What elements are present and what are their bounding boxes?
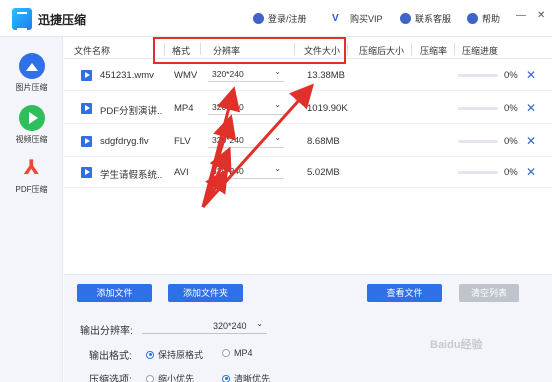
help-icon — [467, 13, 478, 24]
radio-selected-icon — [222, 374, 230, 382]
chevron-down-icon: ⌄ — [274, 164, 281, 173]
image-icon — [18, 53, 45, 79]
table-row[interactable]: sdgfdryg.flv FLV 320*240 ⌄ 8.68MB 0% ✕ — [64, 126, 552, 157]
resolution-select[interactable]: 320*240 ⌄ — [208, 67, 284, 82]
progress-bar — [458, 140, 498, 143]
sidebar-item-image[interactable]: 图片压缩 — [0, 53, 63, 93]
settings-panel: 添加文件 添加文件夹 查看文件 清空列表 输出分辨率: 320*240 ⌄ 输出… — [64, 274, 552, 382]
remove-file-icon[interactable]: ✕ — [526, 134, 536, 148]
col-compress-rate: 压缩率 — [420, 46, 448, 56]
chevron-down-icon: ⌄ — [274, 133, 281, 142]
chevron-down-icon: ⌄ — [274, 100, 281, 109]
support-link[interactable]: 联系客服 — [400, 12, 451, 25]
output-resolution-label: 输出分辨率: — [80, 326, 133, 337]
pdf-icon: ⅄ — [18, 155, 45, 181]
radio-keep-format[interactable]: 保持原格式 — [146, 348, 203, 361]
play-icon[interactable] — [81, 167, 92, 178]
progress-bar — [458, 171, 498, 174]
radio-icon — [146, 374, 154, 382]
app-logo-icon — [12, 8, 32, 30]
buy-vip-link[interactable]: V 购买VIP — [332, 12, 383, 25]
col-file-name: 文件名称 — [74, 46, 111, 56]
login-link[interactable]: 登录/注册 — [253, 12, 307, 25]
chat-icon — [400, 13, 411, 24]
radio-icon — [222, 349, 230, 357]
resolution-select[interactable]: 320*240 ⌄ — [208, 164, 284, 179]
watermark: Baidu经验 — [430, 339, 483, 351]
view-file-button[interactable]: 查看文件 — [367, 284, 442, 302]
user-icon — [253, 13, 264, 24]
add-file-button[interactable]: 添加文件 — [77, 284, 152, 302]
annotation-highlight-box — [153, 37, 346, 64]
progress-bar — [458, 107, 498, 110]
minimize-button[interactable]: — — [516, 10, 526, 21]
radio-selected-icon — [146, 350, 154, 359]
radio-mp4[interactable]: MP4 — [222, 348, 253, 358]
remove-file-icon[interactable]: ✕ — [526, 101, 536, 115]
table-row[interactable]: 学生请假系统... AVI 320*240 ⌄ 5.02MB 0% ✕ — [64, 157, 552, 188]
col-progress: 压缩进度 — [462, 46, 499, 56]
play-icon[interactable] — [81, 103, 92, 114]
sidebar-item-pdf[interactable]: ⅄ PDF压缩 — [0, 155, 63, 195]
chevron-down-icon: ⌄ — [256, 319, 263, 328]
play-icon[interactable] — [81, 70, 92, 81]
chevron-down-icon: ⌄ — [274, 67, 281, 76]
radio-clarity-first[interactable]: 清晰优先 — [222, 372, 270, 382]
resolution-select[interactable]: 320*240 ⌄ — [208, 100, 284, 115]
table-row[interactable]: PDF分割演讲... MP4 320*240 ⌄ 1019.90KB 0% ✕ — [64, 93, 552, 124]
radio-size-first[interactable]: 缩小优先 — [146, 372, 194, 382]
vip-icon: V — [332, 13, 339, 24]
play-icon[interactable] — [81, 136, 92, 147]
app-title: 迅捷压缩 — [38, 13, 87, 27]
output-resolution-select[interactable]: 320*240 ⌄ — [142, 319, 267, 334]
table-row[interactable]: 451231.wmv WMV 320*240 ⌄ 13.38MB 0% ✕ — [64, 60, 552, 91]
clear-list-button[interactable]: 清空列表 — [459, 284, 519, 302]
output-format-label: 输出格式: — [89, 351, 132, 362]
sidebar: 图片压缩 视频压缩 ⅄ PDF压缩 — [0, 37, 63, 382]
progress-bar — [458, 74, 498, 77]
remove-file-icon[interactable]: ✕ — [526, 165, 536, 179]
close-window-button[interactable]: ✕ — [537, 10, 545, 21]
compress-option-label: 压缩选项: — [89, 375, 132, 382]
sidebar-item-video[interactable]: 视频压缩 — [0, 105, 63, 145]
play-icon — [18, 105, 45, 131]
title-bar: 迅捷压缩 登录/注册 V 购买VIP 联系客服 帮助 — ✕ — [0, 0, 552, 37]
add-folder-button[interactable]: 添加文件夹 — [168, 284, 243, 302]
resolution-select[interactable]: 320*240 ⌄ — [208, 133, 284, 148]
help-link[interactable]: 帮助 — [467, 12, 500, 25]
remove-file-icon[interactable]: ✕ — [526, 68, 536, 82]
col-compressed-size: 压缩后大小 — [359, 46, 405, 56]
